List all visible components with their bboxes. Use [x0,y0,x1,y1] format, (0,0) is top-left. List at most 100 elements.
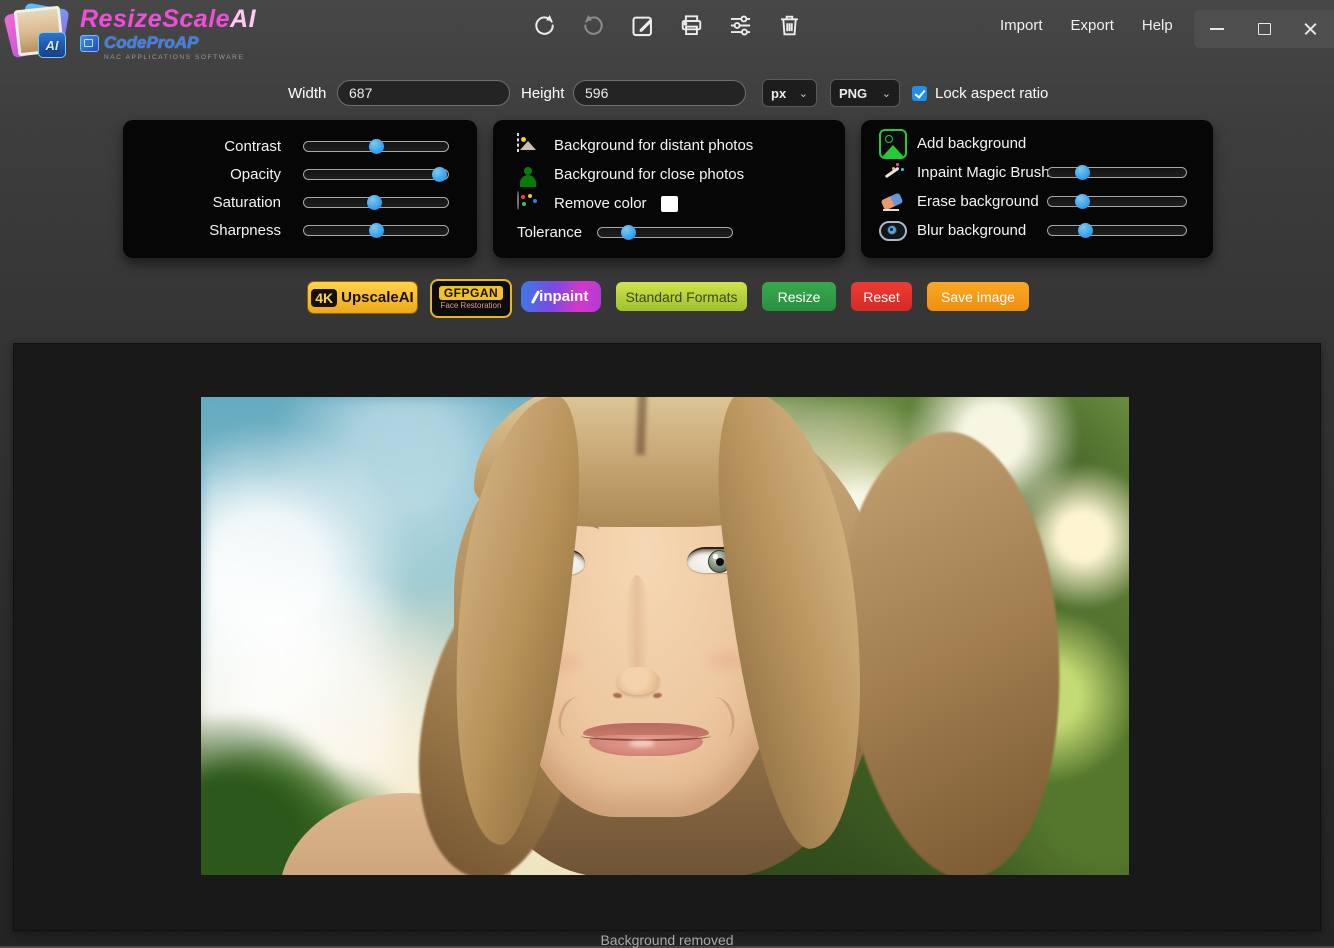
palette-icon [517,192,541,216]
opacity-slider-thumb[interactable] [432,167,447,182]
upscale-4k-button[interactable]: 4K UpscaleAI [307,281,418,314]
header-menu: Import Export Help [1000,17,1173,34]
inpaint-brush-slider-thumb[interactable] [1075,165,1090,180]
app-title-ai: AI [230,5,256,33]
chip-icon [80,35,99,52]
delete-icon[interactable] [776,12,803,39]
standard-formats-button[interactable]: Standard Formats [616,282,747,311]
redo-icon[interactable] [531,12,558,39]
width-label: Width [288,85,326,102]
saturation-row: Saturation [123,188,477,216]
chevron-down-icon: ⌄ [882,87,891,100]
saturation-slider-thumb[interactable] [367,195,382,210]
inpaint-brush-label: Inpaint Magic Brush [917,164,1047,181]
company-tagline: NAC APPLICATIONS SOFTWARE [80,54,256,61]
upscale-4k-badge: 4K [311,289,337,307]
undo-icon[interactable] [580,12,607,39]
gfpgan-button[interactable]: GFPGAN Face Restoration [430,279,512,318]
logo-ai-badge: AI [38,32,66,58]
format-selected-value: PNG [839,86,867,101]
tolerance-label: Tolerance [517,224,597,241]
inpaint-brush-row[interactable]: Inpaint Magic Brush [861,158,1213,187]
sharpness-row: Sharpness [123,216,477,244]
magic-wand-icon [879,159,907,187]
photo-right-pupil [716,558,724,566]
adjustments-icon[interactable] [727,12,754,39]
height-label: Height [521,85,564,102]
inpaint-brush-slider[interactable] [1047,167,1187,178]
toolbar [531,12,803,39]
maximize-button[interactable] [1241,10,1288,48]
lock-aspect-label: Lock aspect ratio [935,85,1048,102]
close-photos-row[interactable]: Background for close photos [493,160,845,189]
contrast-row: Contrast [123,132,477,160]
format-select[interactable]: PNG ⌄ [830,79,900,107]
opacity-label: Opacity [123,166,281,183]
app-title: ResizeScaleAI [80,6,256,32]
app-window: { "brand": { "logo_badge": "AI", "title_… [0,0,1334,946]
save-image-button[interactable]: Save image [927,282,1029,311]
add-background-row[interactable]: Add background [861,129,1213,158]
upscale-label: UpscaleAI [341,289,414,306]
resize-button[interactable]: Resize [762,282,836,311]
menu-export[interactable]: Export [1071,17,1114,34]
lock-aspect-checkbox[interactable] [912,86,927,101]
close-photos-label: Background for close photos [554,166,744,183]
brand-block: ResizeScaleAI CodeProAP NAC APPLICATIONS… [80,6,256,61]
eraser-icon [879,188,907,216]
close-button[interactable] [1287,10,1334,48]
unit-selected-value: px [771,86,786,101]
tolerance-slider[interactable] [597,227,733,238]
brush-slash-icon [531,290,540,304]
erase-background-slider-thumb[interactable] [1075,194,1090,209]
distant-photo-icon [517,134,541,158]
contrast-slider-thumb[interactable] [369,139,384,154]
saturation-label: Saturation [123,194,281,211]
blur-background-row[interactable]: Blur background [861,216,1213,245]
gfpgan-title: GFPGAN [439,286,503,300]
remove-color-row[interactable]: Remove color [493,189,845,218]
photo-nose-bridge [625,575,649,679]
contrast-slider[interactable] [303,141,449,152]
editor-canvas[interactable] [13,343,1321,931]
distant-photos-label: Background for distant photos [554,137,753,154]
photo-right-catchlight [713,554,718,559]
tools-panel: Add background Inpaint Magic Brush Erase… [861,120,1213,258]
blur-background-slider-thumb[interactable] [1078,223,1093,238]
window-controls [1194,10,1334,48]
unit-select[interactable]: px ⌄ [762,79,817,107]
minimize-button[interactable] [1194,10,1241,48]
opacity-row: Opacity [123,160,477,188]
photo-nose-tip [616,667,660,695]
color-swatch[interactable] [661,196,678,212]
inpaint-label: inpaint [539,288,588,305]
menu-help[interactable]: Help [1142,17,1173,34]
edit-icon[interactable] [629,12,656,39]
saturation-slider[interactable] [303,197,449,208]
width-input[interactable] [337,80,510,106]
opacity-slider[interactable] [303,169,449,180]
height-input[interactable] [573,80,746,106]
photo-lip-gloss [629,740,655,747]
reset-button[interactable]: Reset [851,282,912,311]
inpaint-button[interactable]: inpaint [521,281,601,312]
sharpness-label: Sharpness [123,222,281,239]
add-background-icon [879,130,907,158]
chevron-down-icon: ⌄ [799,87,808,100]
add-background-label: Add background [917,135,1047,152]
maximize-icon [1258,23,1271,35]
remove-color-label: Remove color [554,195,647,212]
blur-background-slider[interactable] [1047,225,1187,236]
distant-photos-row[interactable]: Background for distant photos [493,131,845,160]
portrait-photo[interactable] [201,397,1129,875]
print-icon[interactable] [678,12,705,39]
erase-background-slider[interactable] [1047,196,1187,207]
erase-background-row[interactable]: Erase background [861,187,1213,216]
tolerance-slider-thumb[interactable] [621,225,636,240]
menu-import[interactable]: Import [1000,17,1043,34]
blur-background-label: Blur background [917,222,1047,239]
app-title-main: ResizeScale [80,5,230,33]
sharpness-slider[interactable] [303,225,449,236]
sharpness-slider-thumb[interactable] [369,223,384,238]
erase-background-label: Erase background [917,193,1047,210]
